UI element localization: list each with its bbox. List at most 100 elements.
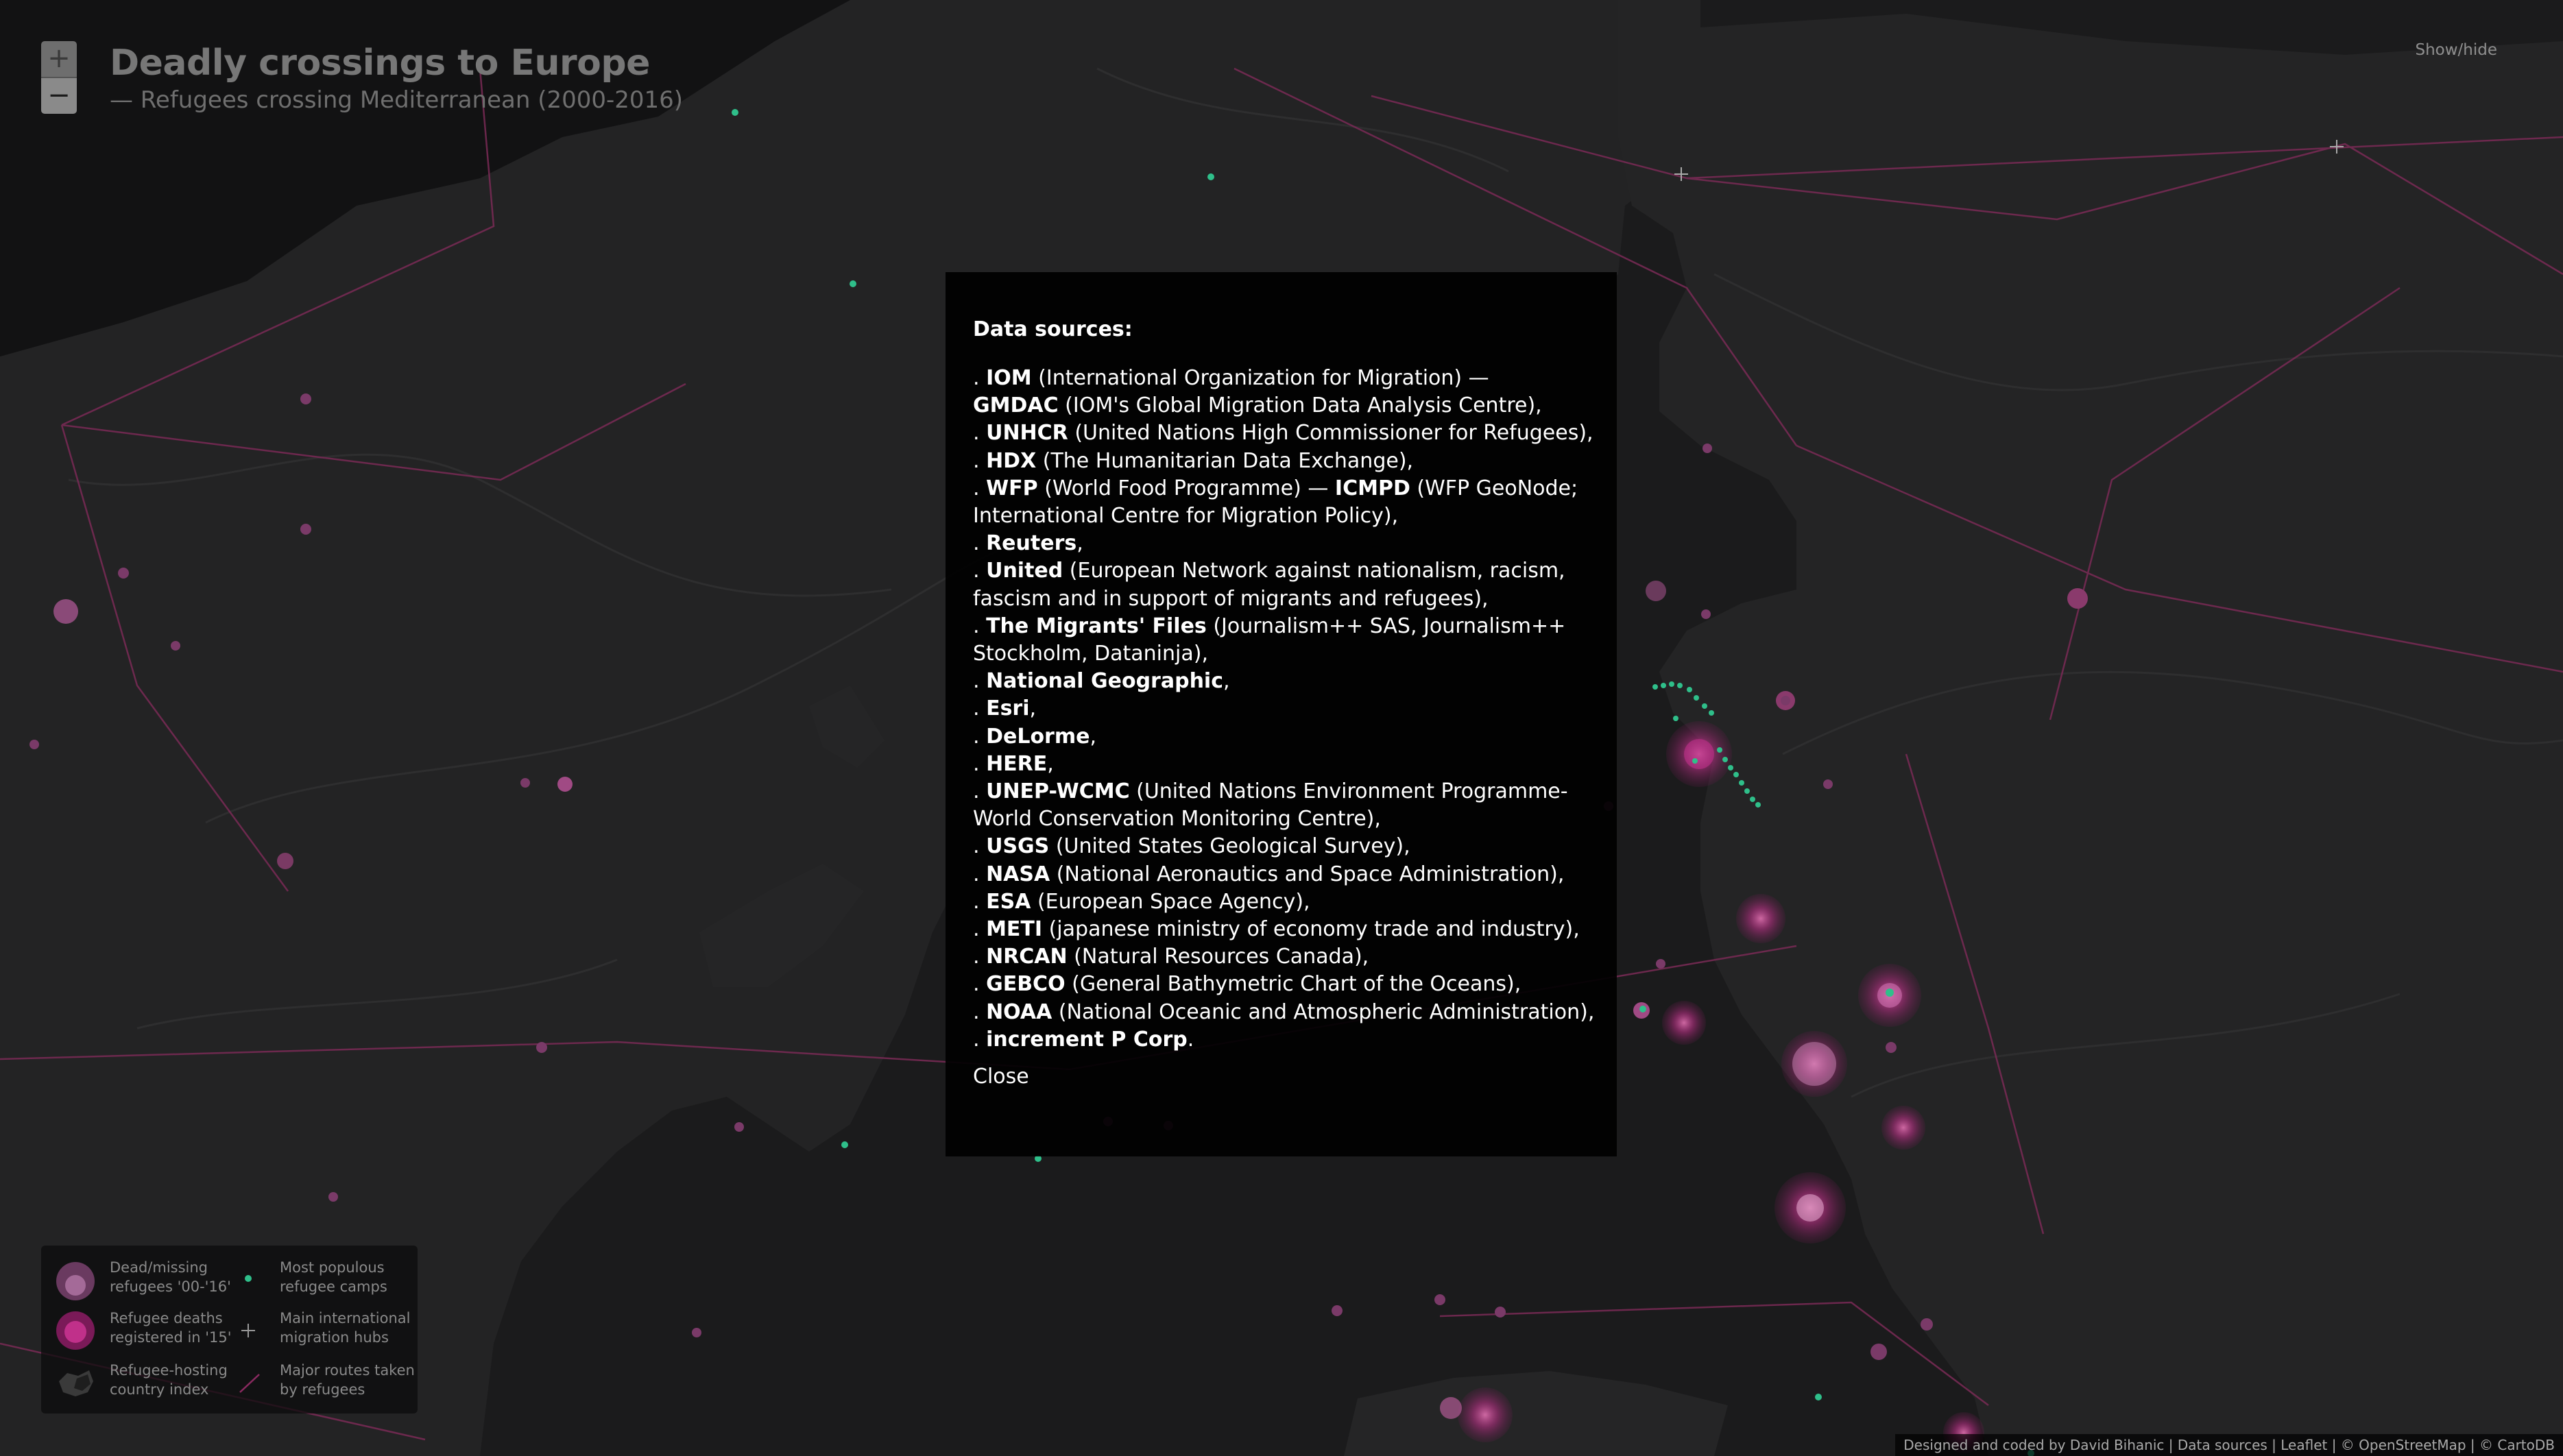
zoom-out-button[interactable]: − [41,77,77,114]
source-name: GMDAC [973,393,1059,418]
data-source-line: . ESA (European Space Agency), [973,889,1310,914]
source-description: . [1187,1027,1194,1052]
source-name: UNEP-WCMC [986,779,1130,804]
camp-marker [1692,758,1698,764]
data-source-line: . United (European Network against natio… [973,559,1565,583]
legend: Dead/missing refugees '00-'16' Refugee de… [41,1246,418,1413]
source-name: The Migrants' Files [986,614,1207,638]
death-circle [171,641,180,651]
source-name: NASA [986,862,1050,886]
close-button[interactable]: Close [973,1065,1589,1089]
legend-camps: Most populous refugee camps [280,1259,387,1295]
death-circle [1332,1305,1343,1316]
show-hide-button[interactable]: Show/hide [2415,41,2497,59]
data-source-line: . GEBCO (General Bathymetric Chart of th… [973,972,1521,997]
camp-marker [732,109,738,116]
source-description: World Conservation Monitoring Centre), [973,807,1381,832]
source-description: , [1076,531,1083,556]
source-name: UNHCR [986,421,1068,446]
death-circle [734,1122,744,1132]
source-description: (United Nations High Commissioner for Re… [1068,421,1593,446]
source-description: (World Food Programme) — [1037,476,1335,500]
death-circle [1886,1042,1897,1053]
data-source-line: . UNHCR (United Nations High Commissione… [973,421,1593,446]
data-source-line: . UNEP-WCMC (United Nations Environment … [973,779,1568,804]
source-description: Stockholm, Dataninja), [973,642,1208,666]
source-description: (National Oceanic and Atmospheric Admini… [1052,999,1595,1024]
camp-marker [1673,716,1678,721]
data-source-line: International Centre for Migration Polic… [973,502,1589,530]
camp-marker [1717,747,1722,753]
source-name: NOAA [986,999,1052,1024]
source-description: , [1090,724,1097,749]
data-source-line: . NRCAN (Natural Resources Canada), [973,945,1369,969]
source-name: increment P Corp [986,1027,1188,1052]
death-circle [1434,1294,1445,1305]
source-description: (European Network against nationalism, r… [1063,559,1565,583]
death-circle [300,393,311,404]
source-description: (United States Geological Survey), [1049,834,1410,859]
data-source-line: . HERE, [973,751,1054,776]
camp-marker [841,1141,848,1148]
source-description: (WFP GeoNode; [1410,476,1578,500]
country-index-legend-icon [59,1370,93,1396]
death-circle [1921,1318,1933,1331]
source-description: International Centre for Migration Polic… [973,504,1399,529]
camp-marker [1722,757,1728,762]
route-legend-icon [239,1374,260,1393]
legend-hubs: Main international migration hubs [280,1310,411,1346]
source-description: (IOM's Global Migration Data Analysis Ce… [1058,393,1542,418]
source-name: ICMPD [1334,476,1410,500]
camp-marker [1750,797,1755,802]
source-description: , [1047,751,1054,776]
source-description: (Journalism++ SAS, Journalism++ [1206,614,1566,638]
source-description: (International Organization for Migratio… [1031,366,1489,390]
data-source-line: . Esri, [973,696,1037,721]
source-name: United [986,559,1063,583]
death-circle [557,777,573,792]
source-name: Reuters [986,531,1077,556]
source-name: IOM [986,366,1032,390]
death-circle [1823,779,1833,789]
source-description: (The Humanitarian Data Exchange), [1036,448,1414,473]
source-name: WFP [986,476,1038,500]
source-name: HDX [986,448,1037,473]
camp-marker [1733,772,1739,777]
island-crete [1344,1371,1728,1456]
dead-missing-legend-icon [56,1262,95,1300]
source-description: fascism and in support of migrants and r… [973,586,1489,611]
data-source-line: . National Geographic, [973,669,1230,694]
zoom-control: + − [41,41,77,114]
modal-heading: Data sources: [973,317,1133,341]
data-source-line: . WFP (World Food Programme) — ICMPD (WF… [973,476,1578,500]
data-source-line: . Reuters, [973,531,1083,556]
camp-marker [1739,780,1744,786]
death-circle [520,778,530,788]
source-description: , [1223,669,1230,694]
death-circle [328,1192,338,1202]
camp-marker [1755,802,1761,808]
death-circle [1870,1344,1887,1360]
data-source-line: . The Migrants' Files (Journalism++ SAS,… [973,614,1566,638]
data-source-line: . increment P Corp. [973,1027,1194,1052]
camp-marker [850,280,856,287]
landmass-anatolia [1618,0,2563,1456]
source-description: (European Space Agency), [1031,889,1310,914]
source-name: GEBCO [986,972,1066,997]
source-name: DeLorme [986,724,1090,749]
death-circle [1881,1106,1925,1150]
death-circle [300,524,311,535]
death-circle [536,1042,547,1053]
source-description: (Natural Resources Canada), [1067,945,1369,969]
data-source-line: . IOM (International Organization for Mi… [973,366,1489,390]
source-name: HERE [986,751,1048,776]
data-source-line: World Conservation Monitoring Centre), [973,805,1589,833]
legend-routes: Major routes taken by refugees [280,1362,415,1398]
zoom-in-button[interactable]: + [41,41,77,77]
camp-marker [1207,173,1214,180]
data-source-line: fascism and in support of migrants and r… [973,585,1589,613]
death-circle [2067,588,2088,609]
source-name: National Geographic [986,669,1223,694]
legend-dead-missing: Dead/missing refugees '00-'16' [110,1259,231,1295]
camp-marker [1702,703,1707,709]
